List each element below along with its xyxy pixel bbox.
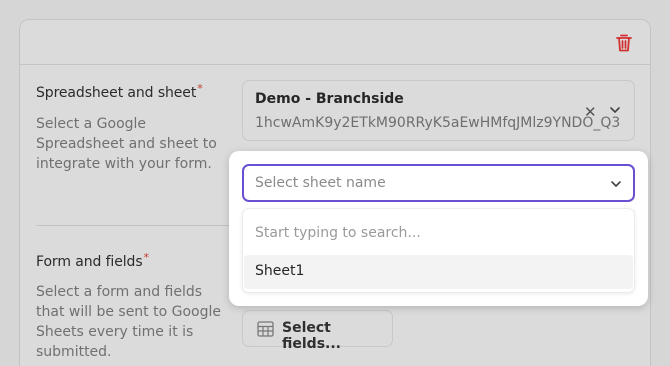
spreadsheet-label-text: Spreadsheet and sheet <box>36 85 197 101</box>
chevron-down-icon[interactable] <box>610 179 622 189</box>
sheet-dropdown-popover: Select sheet name Start typing to search… <box>229 151 648 306</box>
trash-icon[interactable] <box>616 34 632 52</box>
spreadsheet-select[interactable]: Demo - Branchside 1hcwAmK9y2ETkM90RRyK5a… <box>242 80 635 141</box>
chevron-down-icon[interactable] <box>609 105 621 115</box>
required-marker: * <box>143 251 150 264</box>
spreadsheet-description: Select a Google Spreadsheet and sheet to… <box>36 114 217 174</box>
select-fields-button[interactable]: Select fields... <box>242 310 393 352</box>
sheet-option-label: Sheet1 <box>255 263 305 279</box>
spreadsheet-label: Spreadsheet and sheet* <box>36 82 203 101</box>
sheet-search-input[interactable]: Start typing to search... <box>255 225 421 241</box>
spreadsheet-selected-id: 1hcwAmK9y2ETkM90RRyK5aEwHMfqJMlz9YNDO_Q3 <box>255 115 621 131</box>
description-line: Select a form and fields <box>36 284 203 300</box>
spreadsheet-selected-title: Demo - Branchside <box>255 91 404 107</box>
sheet-select[interactable]: Select sheet name <box>242 164 635 202</box>
form-label-text: Form and fields <box>36 254 143 270</box>
sheet-option[interactable]: Sheet1 <box>244 255 633 289</box>
section-divider <box>36 225 232 226</box>
form-label: Form and fields* <box>36 251 150 270</box>
card-header <box>20 20 650 65</box>
select-fields-label: Select fields... <box>282 320 341 352</box>
sheet-select-placeholder: Select sheet name <box>255 175 386 191</box>
description-line: Sheets every time it is <box>36 324 194 340</box>
close-icon[interactable]: ✕ <box>584 103 597 121</box>
description-line: integrate with your form. <box>36 156 212 172</box>
description-line: submitted. <box>36 344 112 360</box>
description-line: Spreadsheet and sheet to <box>36 136 217 152</box>
table-icon <box>257 321 274 337</box>
form-description: Select a form and fields that will be se… <box>36 282 221 362</box>
description-line: that will be sent to Google <box>36 304 221 320</box>
description-line: Select a Google <box>36 116 147 132</box>
sheet-options-menu: Start typing to search... Sheet1 <box>242 208 635 293</box>
required-marker: * <box>197 82 203 95</box>
